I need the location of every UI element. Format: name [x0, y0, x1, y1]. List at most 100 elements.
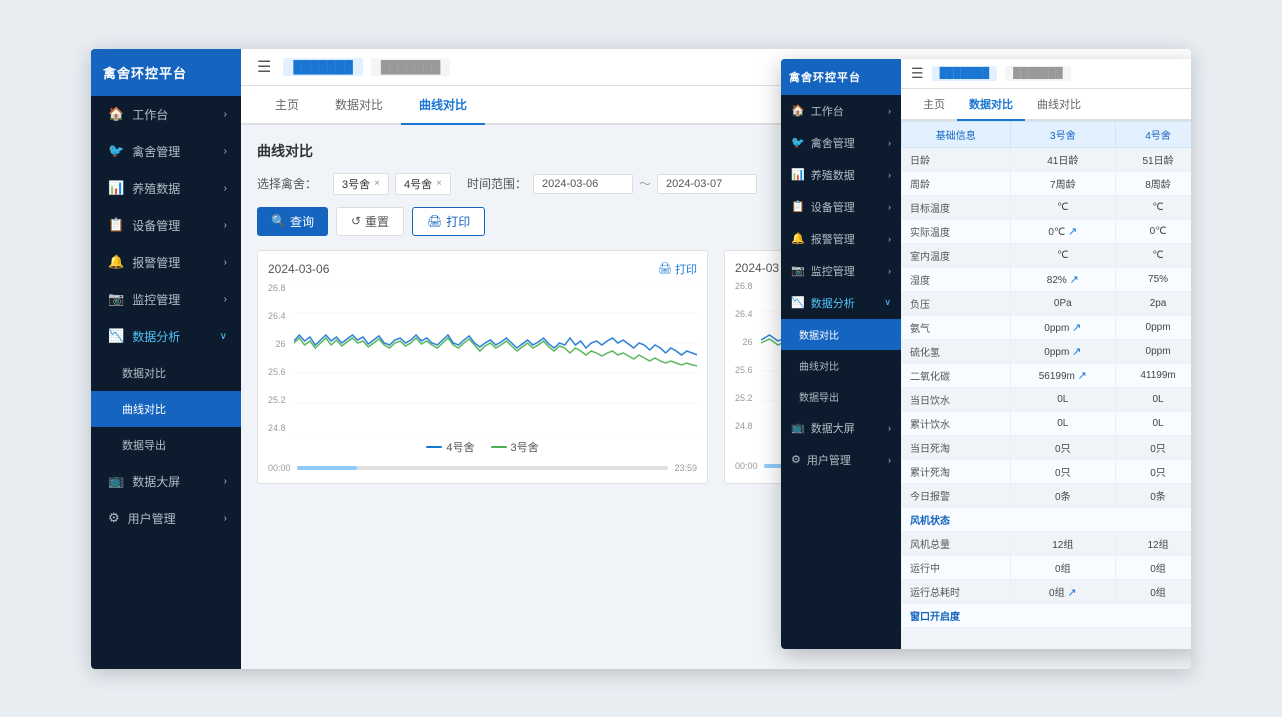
overlay-sidebar-device[interactable]: 📋 设备管理 › — [781, 191, 901, 223]
row-col1: 0ppm ↗ — [1010, 315, 1116, 339]
o-camera-icon: 📷 — [791, 264, 805, 277]
overlay-sidebar-monitor[interactable]: 📷 监控管理 › — [781, 255, 901, 287]
overlay-sidebar-cage[interactable]: 🐦 禽舍管理 › — [781, 127, 901, 159]
tag-close-3[interactable]: × — [374, 178, 380, 189]
sidebar-item-analysis[interactable]: 📉 数据分析 ∨ — [91, 318, 241, 355]
table-row: 累计饮水 0L 0L — [902, 411, 1192, 435]
sidebar-item-user-mgmt[interactable]: ⚙ 用户管理 › — [91, 500, 241, 537]
row-col2: 0L — [1116, 387, 1191, 411]
overlay-sidebar-analysis[interactable]: 📉 数据分析 ∨ — [781, 287, 901, 319]
row-col2: 0只 — [1116, 459, 1191, 483]
refresh-icon: ↺ — [351, 214, 361, 228]
camera-icon: 📷 — [108, 291, 124, 307]
overlay-sidebar-alert[interactable]: 🔔 报警管理 › — [781, 223, 901, 255]
overlay-sidebar-data-export[interactable]: 数据导出 — [781, 381, 901, 412]
overlay-sidebar-user[interactable]: ⚙ 用户管理 › — [781, 444, 901, 476]
row-label: 实际温度 — [902, 219, 1011, 243]
row-col1: ℃ — [1010, 243, 1116, 267]
sidebar-item-breed[interactable]: 📊 养殖数据 › — [91, 170, 241, 207]
o-bell-icon: 🔔 — [791, 232, 805, 245]
chart-print-1[interactable]: 🖨 打印 — [658, 261, 697, 277]
data-table-container: 基础信息 3号舍 4号舍 日龄 41日龄 51日龄 周龄 — [901, 121, 1191, 649]
table-row: 累计死淘 0只 0只 — [902, 459, 1192, 483]
row-label: 氨气 — [902, 315, 1011, 339]
row-col1: 0L — [1010, 411, 1116, 435]
overlay-tab-data-compare[interactable]: 数据对比 — [957, 89, 1025, 121]
sidebar-item-data-screen[interactable]: 📺 数据大屏 › — [91, 463, 241, 500]
tab-curve-compare[interactable]: 曲线对比 — [401, 86, 485, 125]
sidebar-item-device[interactable]: 📋 设备管理 › — [91, 207, 241, 244]
table-row: 运行中 0组 0组 — [902, 555, 1192, 579]
sidebar-item-monitor[interactable]: 📷 监控管理 › — [91, 281, 241, 318]
row-col2: 0只 — [1116, 435, 1191, 459]
link-icon[interactable]: ↗ — [1072, 322, 1081, 334]
chart-header-1: 2024-03-06 🖨 打印 — [268, 261, 697, 277]
sidebar-item-data-export[interactable]: 数据导出 — [91, 427, 241, 463]
table-row: 运行总耗时 0组 ↗ 0组 — [902, 579, 1192, 603]
chevron-icon: › — [224, 257, 227, 268]
chart-svg-1 — [294, 283, 697, 433]
sidebar-item-alert[interactable]: 🔔 报警管理 › — [91, 244, 241, 281]
sidebar-item-workbench[interactable]: 🏠 工作台 › — [91, 96, 241, 133]
link-icon[interactable]: ↗ — [1067, 587, 1076, 599]
row-col1: 41日龄 — [1010, 147, 1116, 171]
breadcrumb-2: ███████ — [371, 58, 451, 76]
chevron-icon: › — [224, 513, 227, 524]
sidebar-logo: 禽舍环控平台 — [91, 49, 241, 96]
sidebar-item-curve-compare[interactable]: 曲线对比 — [91, 391, 241, 427]
reset-button[interactable]: ↺ 重置 — [336, 207, 404, 236]
timeline-track-1[interactable] — [297, 466, 669, 470]
o-screen-icon: 📺 — [791, 421, 805, 434]
date-end-input[interactable] — [657, 174, 757, 194]
row-col2: 12组 — [1116, 531, 1191, 555]
overlay-sidebar-workbench[interactable]: 🏠 工作台 › — [781, 95, 901, 127]
overlay-sidebar-screen[interactable]: 📺 数据大屏 › — [781, 412, 901, 444]
row-col1: 82% ↗ — [1010, 267, 1116, 291]
col-header-4: 4号舍 — [1116, 121, 1191, 147]
sidebar-item-data-compare[interactable]: 数据对比 — [91, 355, 241, 391]
overlay-sidebar-data-compare[interactable]: 数据对比 — [781, 319, 901, 350]
overlay-sidebar: 禽舍环控平台 🏠 工作台 › 🐦 禽舍管理 › 📊 养殖数据 › 📋 设备管理 … — [781, 59, 901, 649]
overlay-sidebar-breed[interactable]: 📊 养殖数据 › — [781, 159, 901, 191]
overlay-window: 禽舍环控平台 🏠 工作台 › 🐦 禽舍管理 › 📊 养殖数据 › 📋 设备管理 … — [781, 59, 1191, 649]
row-col2: 0℃ — [1116, 219, 1191, 243]
overlay-tab-home[interactable]: 主页 — [911, 89, 957, 121]
tab-home[interactable]: 主页 — [257, 86, 317, 125]
col-header-3: 3号舍 — [1010, 121, 1116, 147]
timeline-thumb-1 — [297, 466, 357, 470]
row-label: 负压 — [902, 291, 1011, 315]
link-icon[interactable]: ↗ — [1078, 370, 1087, 382]
row-col1: 0L — [1010, 387, 1116, 411]
row-col2: 8周龄 — [1116, 171, 1191, 195]
row-col1: 0Pa — [1010, 291, 1116, 315]
overlay-tabs: 主页 数据对比 曲线对比 — [901, 89, 1191, 121]
query-button[interactable]: 🔍 查询 — [257, 207, 328, 236]
row-col2: 0条 — [1116, 483, 1191, 507]
chart-panel-1: 2024-03-06 🖨 打印 26.826.42625.625.224.8 — [257, 250, 708, 484]
overlay-sidebar-curve-compare[interactable]: 曲线对比 — [781, 350, 901, 381]
link-icon[interactable]: ↗ — [1072, 346, 1081, 358]
table-row: 当日死淘 0只 0只 — [902, 435, 1192, 459]
menu-icon[interactable]: ☰ — [257, 57, 271, 77]
tab-data-compare[interactable]: 数据对比 — [317, 86, 401, 125]
o-menu-icon[interactable]: ☰ — [911, 65, 924, 82]
legend-3hao-1: 3号舍 — [491, 439, 539, 455]
table-header-row: 基础信息 3号舍 4号舍 — [902, 121, 1192, 147]
link-icon[interactable]: ↗ — [1070, 274, 1079, 286]
sidebar-item-cage[interactable]: 🐦 禽舍管理 › — [91, 133, 241, 170]
print-button[interactable]: 🖨 打印 — [412, 207, 485, 236]
chart-date-1: 2024-03-06 — [268, 262, 329, 276]
row-label: 运行总耗时 — [902, 579, 1011, 603]
row-label: 日龄 — [902, 147, 1011, 171]
chevron-icon: › — [224, 109, 227, 120]
o-analysis-icon: 📉 — [791, 296, 805, 309]
tag-close-4[interactable]: × — [436, 178, 442, 189]
row-col2: 51日龄 — [1116, 147, 1191, 171]
link-icon[interactable]: ↗ — [1068, 226, 1077, 238]
overlay-tab-curve-compare[interactable]: 曲线对比 — [1025, 89, 1093, 121]
table-row: 湿度 82% ↗ 75% — [902, 267, 1192, 291]
analysis-icon: 📉 — [108, 328, 124, 344]
date-start-input[interactable] — [533, 174, 633, 194]
row-col1: 56199m ↗ — [1010, 363, 1116, 387]
row-col1: ℃ — [1010, 195, 1116, 219]
